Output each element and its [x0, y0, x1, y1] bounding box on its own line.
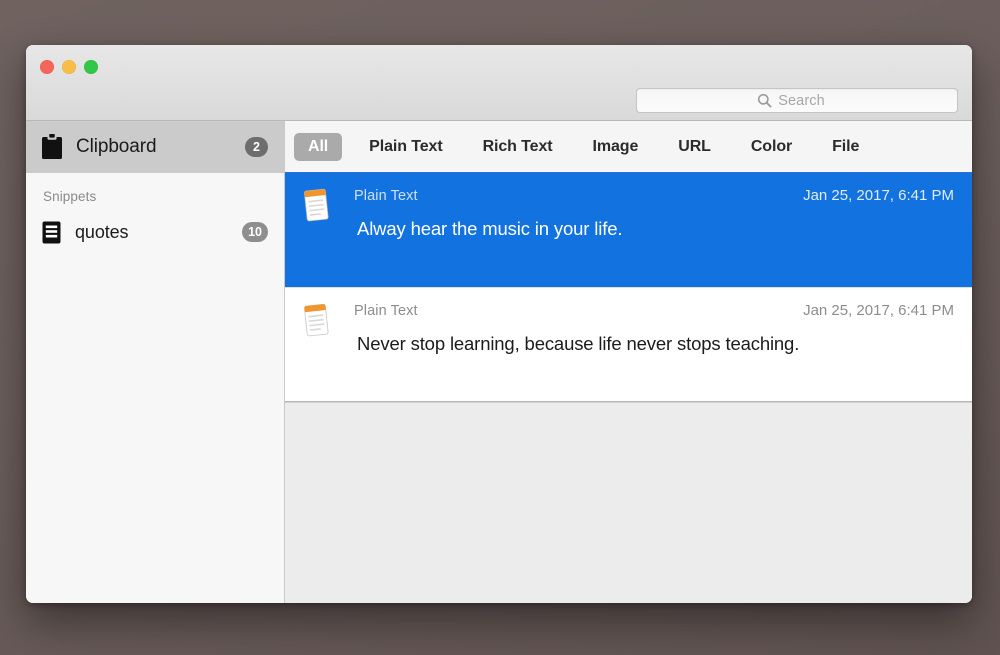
- clipboard-item-text: Never stop learning, because life never …: [357, 333, 800, 354]
- sidebar-clipboard-badge: 2: [245, 137, 268, 157]
- clipboard-item-date: Jan 25, 2017, 6:41 PM: [803, 187, 954, 204]
- search-placeholder: Search: [778, 92, 825, 109]
- sidebar-quotes-badge: 10: [242, 222, 268, 242]
- empty-list-area: [285, 402, 972, 603]
- tab-color[interactable]: Color: [738, 133, 805, 161]
- content-pane: All Plain Text Rich Text Image URL Color…: [285, 121, 972, 603]
- sidebar-item-clipboard[interactable]: Clipboard 2: [26, 121, 284, 173]
- tab-rich-text[interactable]: Rich Text: [470, 133, 566, 161]
- plain-text-note-icon: [304, 303, 329, 337]
- search-field-content: Search: [757, 93, 825, 109]
- window-titlebar: Search: [26, 45, 972, 121]
- clipboard-list-item[interactable]: Plain Text Jan 25, 2017, 6:41 PM Alway h…: [285, 173, 972, 287]
- tab-plain-text[interactable]: Plain Text: [356, 133, 455, 161]
- minimize-button[interactable]: [62, 60, 76, 74]
- tab-url[interactable]: URL: [665, 133, 724, 161]
- plain-text-note-icon: [304, 188, 329, 222]
- search-field[interactable]: Search: [636, 88, 958, 113]
- clipboard-icon: [42, 134, 62, 159]
- clipboard-item-header: Plain Text Jan 25, 2017, 6:41 PM: [299, 187, 956, 204]
- tab-all[interactable]: All: [294, 132, 343, 161]
- sidebar-clipboard-label: Clipboard: [76, 136, 157, 157]
- clipboard-list: Plain Text Jan 25, 2017, 6:41 PM Alway h…: [285, 173, 972, 402]
- filter-tab-bar: All Plain Text Rich Text Image URL Color…: [285, 121, 972, 173]
- tab-image[interactable]: Image: [580, 133, 652, 161]
- sidebar-item-quotes[interactable]: quotes 10: [26, 210, 284, 254]
- clipboard-item-text: Alway hear the music in your life.: [357, 218, 623, 239]
- traffic-light-group: [40, 60, 98, 74]
- sidebar-quotes-label: quotes: [75, 221, 129, 242]
- sidebar: Clipboard 2 Snippets quotes 10: [26, 121, 285, 603]
- tab-file[interactable]: File: [819, 133, 872, 161]
- app-window: Search Clipboard 2 Snippets quotes 10 Al…: [26, 45, 972, 603]
- clipboard-item-type: Plain Text: [354, 303, 418, 319]
- clipboard-item-type: Plain Text: [354, 188, 418, 204]
- clipboard-item-header: Plain Text Jan 25, 2017, 6:41 PM: [299, 302, 956, 319]
- close-button[interactable]: [40, 60, 54, 74]
- window-body: Clipboard 2 Snippets quotes 10 All Plain…: [26, 121, 972, 603]
- clipboard-item-date: Jan 25, 2017, 6:41 PM: [803, 302, 954, 319]
- search-icon: [758, 93, 772, 108]
- document-lines-icon: [42, 221, 61, 243]
- zoom-button[interactable]: [84, 60, 98, 74]
- clipboard-list-item[interactable]: Plain Text Jan 25, 2017, 6:41 PM Never s…: [285, 287, 972, 401]
- sidebar-section-snippets: Snippets: [43, 189, 97, 204]
